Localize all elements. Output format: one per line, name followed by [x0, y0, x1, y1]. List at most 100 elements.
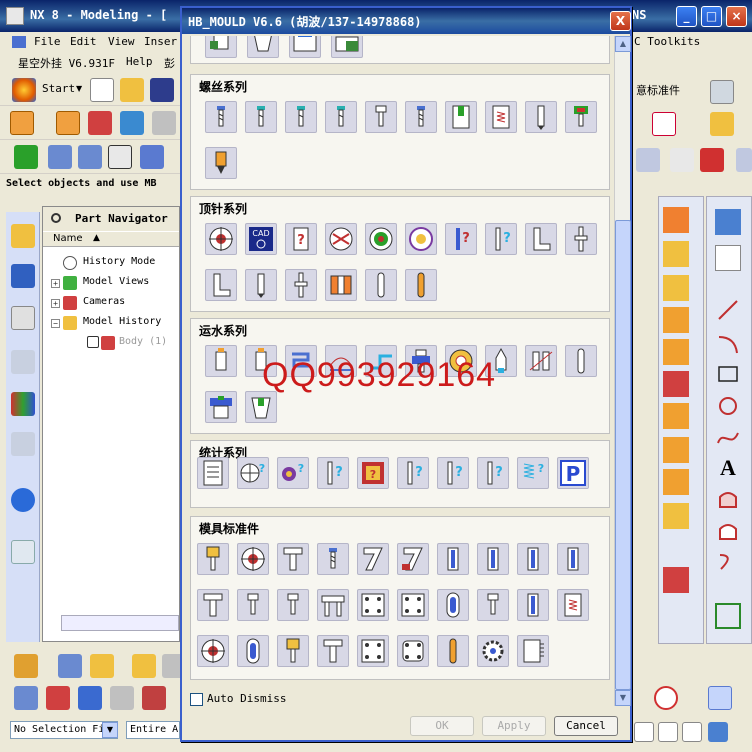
top-tool-4-icon[interactable] — [331, 36, 363, 58]
screw-tool-0-7-icon[interactable] — [485, 101, 517, 133]
cooling-tool-1-0-icon[interactable] — [205, 391, 237, 423]
green-tool-icon[interactable] — [14, 145, 38, 169]
blend-curve-icon[interactable] — [715, 487, 741, 513]
menu-edit[interactable]: Edit — [70, 35, 97, 48]
ejector-tool-0-3-icon[interactable] — [325, 223, 357, 255]
mold-tool-1-4-icon[interactable] — [357, 589, 389, 621]
expand-icon[interactable]: + — [51, 279, 60, 288]
cooling-tool-1-1-icon[interactable] — [245, 391, 277, 423]
helix-icon[interactable] — [715, 393, 741, 419]
assembly-icon[interactable] — [58, 654, 82, 678]
top-tool-3-icon[interactable] — [289, 36, 321, 58]
mold-tool-1-2-icon[interactable] — [277, 589, 309, 621]
line-icon[interactable] — [715, 297, 741, 323]
screw-tool-0-2-icon[interactable] — [285, 101, 317, 133]
stats-tool-0-9-icon[interactable]: P — [557, 457, 589, 489]
mold-tool-2-5-icon[interactable] — [397, 635, 429, 667]
dropdown-arrow-icon[interactable]: ▼ — [102, 722, 118, 738]
info-icon[interactable] — [11, 488, 35, 512]
mold-tool-1-5-icon[interactable] — [397, 589, 429, 621]
assembly-navigator-icon[interactable] — [11, 224, 35, 248]
pocket-icon[interactable] — [663, 275, 689, 301]
screw-tool-0-3-icon[interactable] — [325, 101, 357, 133]
radius-icon[interactable] — [142, 686, 166, 710]
text-icon[interactable]: A — [715, 455, 741, 481]
ejector-tool-0-6-icon[interactable]: ? — [445, 223, 477, 255]
grid-tool-icon[interactable] — [108, 145, 132, 169]
wcs-icon[interactable] — [652, 112, 676, 136]
screw-tool-0-1-icon[interactable] — [245, 101, 277, 133]
ejector-tool-1-4-icon[interactable] — [365, 269, 397, 301]
menu-plugin[interactable]: 星空外挂 V6.931F — [18, 55, 115, 71]
web-browser-icon[interactable] — [11, 540, 35, 564]
move-component-icon[interactable] — [132, 654, 156, 678]
ejector-tool-1-2-icon[interactable] — [285, 269, 317, 301]
mold-tool-0-7-icon[interactable] — [477, 543, 509, 575]
top-tool-1-icon[interactable] — [205, 36, 237, 58]
stats-tool-0-8-icon[interactable]: ? — [517, 457, 549, 489]
constraint-navigator-icon[interactable] — [11, 264, 35, 288]
navigator-scrollbar[interactable] — [61, 615, 179, 631]
percent-tool-icon[interactable] — [140, 145, 164, 169]
stats-tool-0-7-icon[interactable]: ? — [477, 457, 509, 489]
mold-tool-2-2-icon[interactable] — [277, 635, 309, 667]
cancel-button[interactable]: Cancel — [554, 716, 618, 736]
column-name-header[interactable]: Name — [53, 233, 83, 244]
dialog-title-bar[interactable]: HB_MOULD V6.6 (胡波/137-14978868) X — [182, 8, 631, 34]
expand-icon[interactable]: + — [51, 299, 60, 308]
ejector-tool-0-8-icon[interactable] — [525, 223, 557, 255]
mold-tool-0-0-icon[interactable] — [197, 543, 229, 575]
mold-tool-0-6-icon[interactable] — [437, 543, 469, 575]
point-icon[interactable] — [715, 245, 741, 271]
box-tool-icon[interactable] — [715, 603, 741, 629]
more-tools-icon[interactable] — [736, 148, 752, 172]
reuse-library-icon[interactable] — [11, 350, 35, 374]
ejector-tool-0-1-icon[interactable]: CAD — [245, 223, 277, 255]
stats-tool-0-1-icon[interactable]: ? — [237, 457, 269, 489]
open-folder-icon[interactable] — [120, 78, 144, 102]
slot-icon[interactable] — [663, 339, 689, 365]
mold-tool-1-6-icon[interactable] — [437, 589, 469, 621]
ejector-tool-0-0-icon[interactable] — [205, 223, 237, 255]
ejector-tool-icon[interactable] — [48, 145, 72, 169]
feature-icon[interactable] — [88, 111, 112, 135]
shell-icon[interactable] — [663, 503, 689, 529]
cooling-tool-0-0-icon[interactable] — [205, 345, 237, 377]
menu-file[interactable]: File — [34, 35, 61, 48]
mold-tool-1-7-icon[interactable] — [477, 589, 509, 621]
ejector-tool-0-4-icon[interactable] — [365, 223, 397, 255]
extrude-icon[interactable] — [10, 111, 34, 135]
menu-insert[interactable]: Inser — [144, 35, 177, 48]
mold-tool-1-8-icon[interactable] — [517, 589, 549, 621]
plus-snap-icon[interactable] — [634, 722, 654, 742]
block-icon[interactable] — [120, 111, 144, 135]
arc-icon[interactable] — [715, 331, 741, 357]
start-icon[interactable] — [12, 78, 36, 102]
scope-dropdown[interactable]: Entire A — [126, 721, 180, 739]
mold-tool-2-3-icon[interactable] — [317, 635, 349, 667]
rectangle-icon[interactable] — [715, 361, 741, 387]
mold-tool-0-3-icon[interactable] — [317, 543, 349, 575]
datum-icon[interactable] — [715, 209, 741, 235]
history-icon[interactable] — [11, 432, 35, 456]
table-icon[interactable] — [710, 80, 734, 104]
mold-tool-2-7-icon[interactable] — [477, 635, 509, 667]
mold-tool-0-8-icon[interactable] — [517, 543, 549, 575]
scroll-thumb[interactable] — [615, 220, 631, 690]
mirror-icon[interactable] — [663, 469, 689, 495]
scroll-up-icon[interactable]: ▲ — [615, 36, 631, 52]
mold-tool-0-5-icon[interactable] — [397, 543, 429, 575]
red-cube-icon[interactable] — [700, 148, 724, 172]
spline-icon[interactable] — [715, 425, 741, 451]
menu-view[interactable]: View — [108, 35, 135, 48]
mold-tool-2-1-icon[interactable] — [237, 635, 269, 667]
auto-dismiss-checkbox[interactable] — [190, 692, 203, 706]
menu-help[interactable]: Help — [126, 55, 153, 68]
mold-tool-0-4-icon[interactable] — [357, 543, 389, 575]
ejector-tool-1-1-icon[interactable] — [245, 269, 277, 301]
trim-icon[interactable] — [663, 371, 689, 397]
pattern-icon[interactable] — [663, 437, 689, 463]
close-button[interactable]: × — [726, 6, 747, 27]
maximize-button[interactable]: □ — [701, 6, 722, 27]
menu-toolkits[interactable]: C Toolkits — [634, 35, 700, 48]
